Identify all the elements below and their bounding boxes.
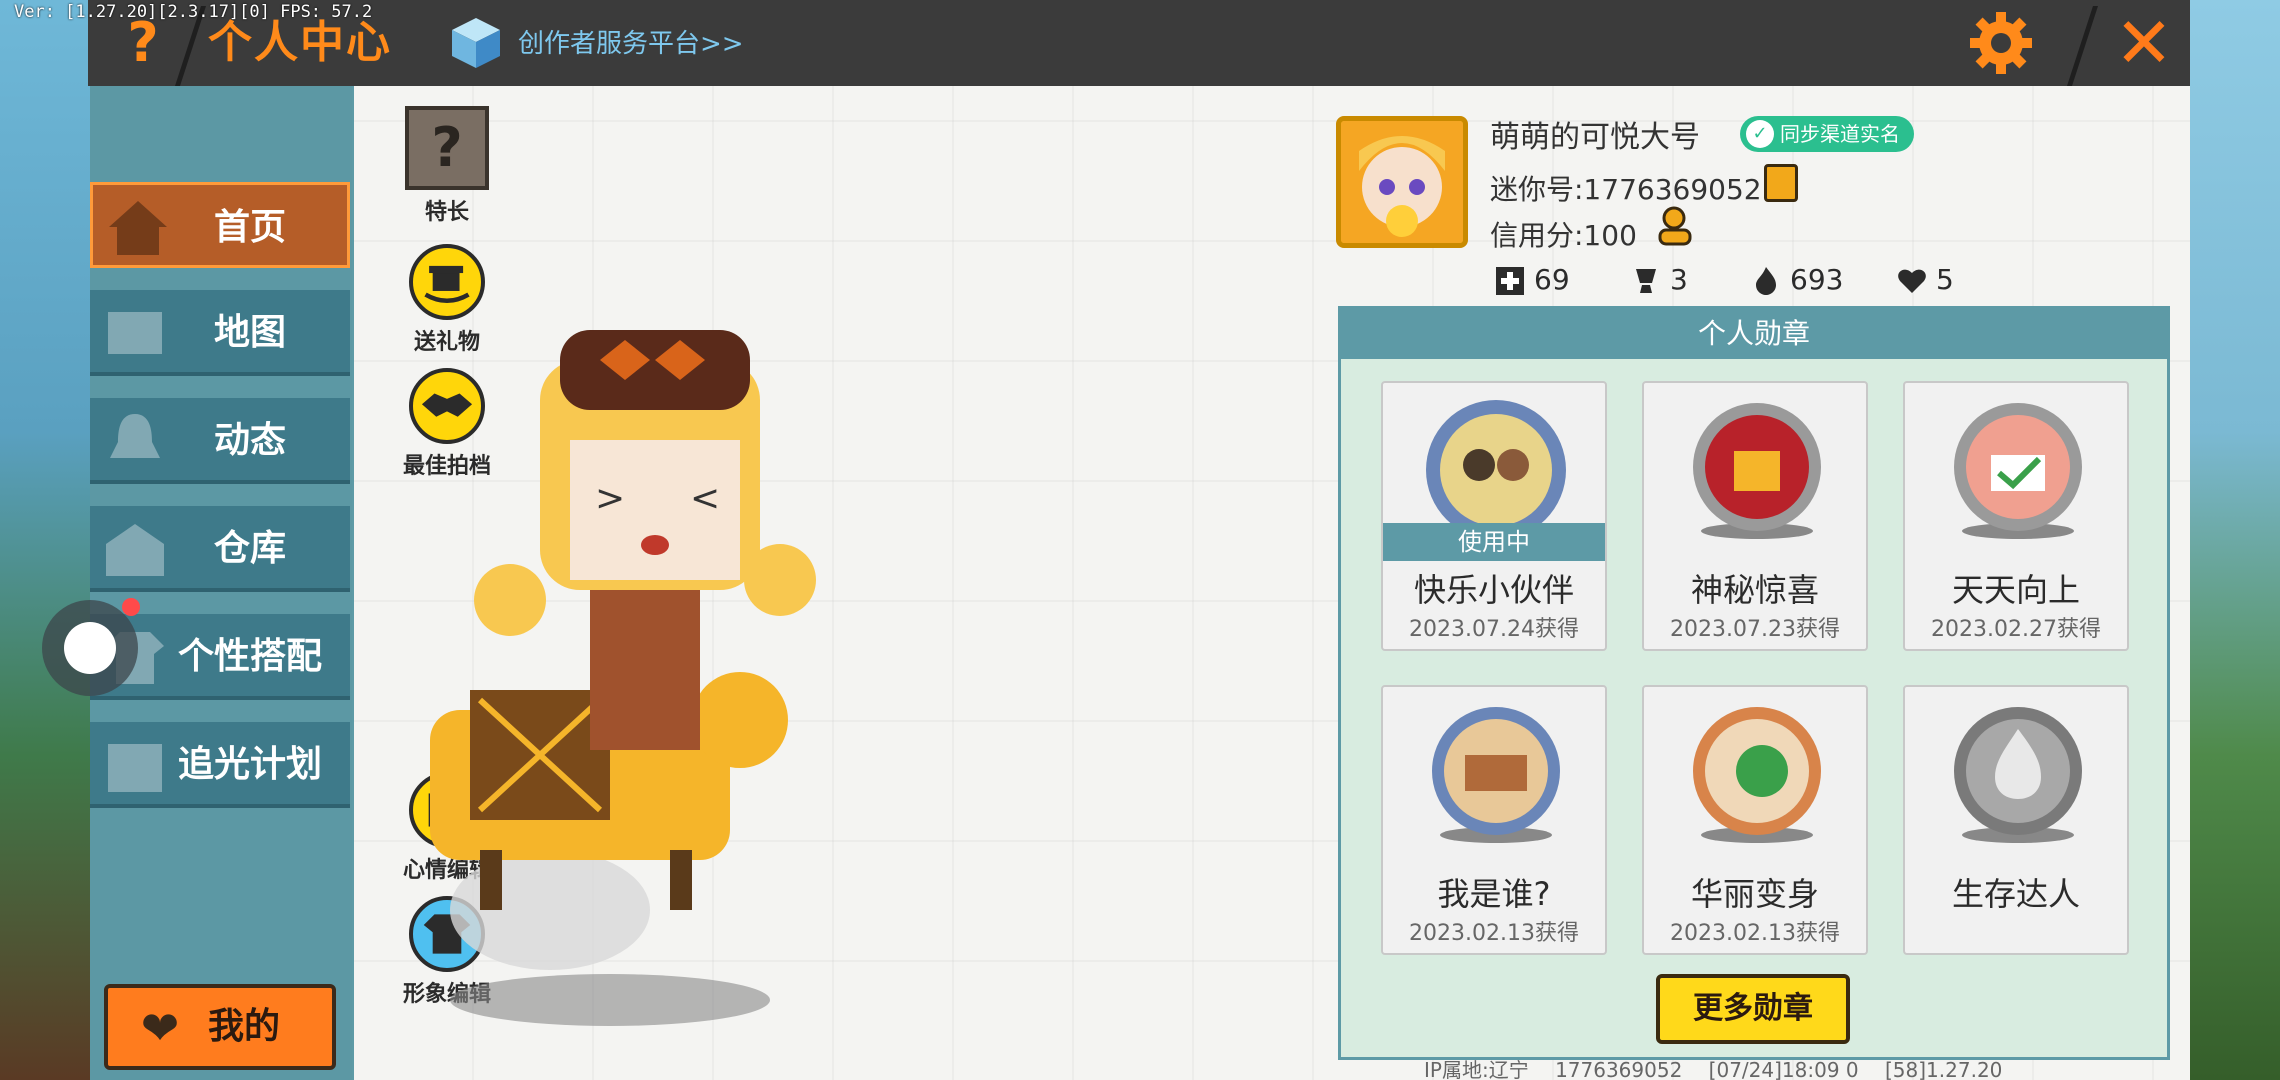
medal-card[interactable]: 神秘惊喜 2023.07.23获得	[1642, 381, 1868, 651]
close-button[interactable]: ✕	[2104, 6, 2184, 80]
gear-icon[interactable]	[1966, 8, 2036, 78]
profile-avatar[interactable]	[1336, 116, 1468, 248]
sidebar-item-label: 地图	[213, 312, 286, 353]
top-bar: ? 个人中心 创作者服务平台>> ✕	[88, 0, 2190, 86]
ip-location: IP属地:辽宁	[1424, 1058, 1529, 1080]
footer-time: [07/24]18:09 0	[1708, 1058, 1859, 1080]
specialty-button[interactable]: ? 特长	[392, 106, 502, 226]
sidebar-item-home[interactable]: 首页	[90, 182, 350, 268]
stat-likes: 3	[1630, 260, 1688, 300]
mine-label: 我的	[208, 1006, 281, 1047]
medal-name: 快乐小伙伴	[1413, 571, 1574, 609]
copy-icon[interactable]	[1764, 164, 1798, 202]
survival-master-medal-icon	[1954, 707, 2082, 843]
player-avatar[interactable]: > <	[370, 270, 850, 1030]
sidebar-item-map[interactable]: 地图	[90, 290, 350, 376]
heart-icon: ❤	[140, 1001, 180, 1055]
glamour-transform-medal-icon	[1693, 707, 1821, 843]
medal-name: 我是谁?	[1437, 875, 1551, 913]
medal-panel-title: 个人勋章	[1341, 309, 2167, 359]
hearts-icon	[1898, 269, 1926, 293]
svg-text:>: >	[595, 478, 625, 519]
sidebar-item-warehouse[interactable]: 仓库	[90, 506, 350, 592]
question-block-icon: ?	[405, 106, 489, 190]
medal-date: 2023.02.13获得	[1670, 921, 1840, 946]
stat-hearts: 5	[1896, 260, 1954, 300]
more-medals-button[interactable]: 更多勋章	[1656, 974, 1850, 1044]
medal-card[interactable]: 生存达人	[1903, 685, 2129, 955]
footer-info: IP属地:辽宁 1776369052 [07/24]18:09 0 [58]1.…	[1424, 1054, 2022, 1080]
svg-text:<: <	[690, 478, 720, 519]
sidebar-item-moments[interactable]: 动态	[90, 398, 350, 484]
sidebar: 首页 地图 动态 仓库 个性搭配 追光计划 ❤ 我的	[90, 86, 352, 1080]
medal-card[interactable]: 使用中 快乐小伙伴 2023.07.24获得	[1381, 381, 1607, 651]
medal-card[interactable]: 天天向上 2023.02.27获得	[1903, 381, 2129, 651]
medal-panel: 个人勋章 使用中 快乐小伙伴 2023.07.24获得 神秘惊喜 2023.07…	[1338, 306, 2170, 1060]
who-am-i-medal-icon	[1432, 707, 1560, 843]
daily-progress-medal-icon	[1954, 403, 2082, 539]
specialty-label: 特长	[424, 200, 469, 225]
medal-name: 天天向上	[1951, 571, 2080, 609]
medal-name: 神秘惊喜	[1690, 571, 1819, 609]
verify-badge[interactable]: ✓ 同步渠道实名	[1740, 116, 1914, 152]
medal-date: 2023.07.23获得	[1670, 617, 1840, 642]
medal-name: 华丽变身	[1690, 875, 1819, 913]
credit-user-icon[interactable]	[1654, 204, 1698, 248]
stat-followers: 69	[1494, 260, 1570, 300]
creator-platform-link[interactable]: 创作者服务平台>>	[518, 22, 744, 66]
medal-card[interactable]: 我是谁? 2023.02.13获得	[1381, 685, 1607, 955]
joystick-knob[interactable]	[64, 622, 116, 674]
user-check-icon: ✓	[1746, 120, 1774, 148]
sidebar-item-label: 仓库	[213, 528, 286, 569]
game-background-left	[0, 0, 90, 1080]
medal-date: 2023.02.27获得	[1931, 617, 2101, 642]
hearts-count: 5	[1936, 263, 1954, 296]
mystery-surprise-medal-icon	[1693, 403, 1821, 539]
stat-heat: 693	[1750, 260, 1843, 300]
in-use-badge: 使用中	[1383, 523, 1605, 561]
likes-count: 3	[1670, 263, 1688, 296]
fps-counter: Ver: [1.27.20][2.3.17][0] FPS: 57.2	[14, 2, 373, 22]
floating-joystick[interactable]	[42, 598, 140, 696]
sidebar-item-label: 首页	[213, 207, 286, 248]
heat-count: 693	[1790, 263, 1844, 296]
game-background-right	[2190, 0, 2280, 1080]
credit-score: 信用分:100	[1490, 219, 1637, 252]
trophy-icon	[1636, 269, 1656, 293]
sidebar-item-label: 个性搭配	[177, 636, 322, 677]
footer-version: [58]1.27.20	[1885, 1058, 2003, 1080]
mine-button[interactable]: ❤ 我的	[104, 984, 336, 1070]
add-friend-icon	[1496, 267, 1524, 295]
divider	[2067, 6, 2098, 86]
medal-date: 2023.07.24获得	[1409, 617, 1579, 642]
notification-dot	[122, 598, 140, 616]
medal-name: 生存达人	[1951, 875, 2080, 913]
flame-icon	[1756, 267, 1776, 295]
footer-uid: 1776369052	[1555, 1058, 1683, 1080]
nickname: 萌萌的可悦大号	[1490, 120, 1700, 155]
verify-label: 同步渠道实名	[1780, 122, 1900, 146]
sidebar-item-label: 动态	[213, 420, 286, 461]
cube-icon	[452, 18, 500, 68]
mini-id: 迷你号:1776369052	[1490, 173, 1762, 206]
sidebar-item-light-plan[interactable]: 追光计划	[90, 722, 350, 808]
sidebar-item-label: 追光计划	[177, 744, 322, 785]
medal-card[interactable]: 华丽变身 2023.02.13获得	[1642, 685, 1868, 955]
medal-date: 2023.02.13获得	[1409, 921, 1579, 946]
followers-count: 69	[1534, 263, 1570, 296]
close-icon: ✕	[2114, 2, 2174, 84]
